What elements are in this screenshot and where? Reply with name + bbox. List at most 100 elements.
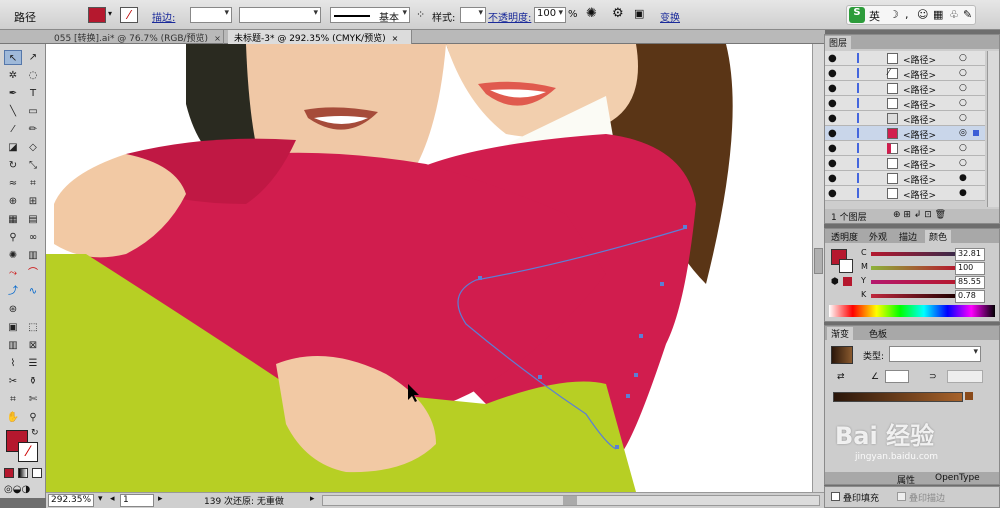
paintbrush-icon[interactable]: ⁄ xyxy=(4,122,22,137)
brush-icon[interactable]: ⁘ xyxy=(416,8,425,21)
graphic-style-select[interactable] xyxy=(460,7,486,23)
opacity-link[interactable]: 不透明度: xyxy=(488,9,531,24)
chevron-down-icon[interactable]: ▾ xyxy=(98,494,103,507)
pencil-icon[interactable]: ✏ xyxy=(24,122,42,137)
eye-icon[interactable]: ● xyxy=(828,128,837,139)
gradient-mode-icon[interactable] xyxy=(18,468,28,478)
target-circle-icon[interactable]: ○ xyxy=(959,143,967,153)
eye-icon[interactable]: ● xyxy=(828,173,837,184)
type-tool-icon[interactable]: T xyxy=(24,86,42,101)
none-mode-icon[interactable] xyxy=(32,468,42,478)
rotate-tool-icon[interactable]: ↻ xyxy=(4,158,22,173)
target-circle-icon[interactable]: ○ xyxy=(959,83,967,93)
free-transform-icon[interactable]: ⌗ xyxy=(24,176,42,191)
mesh-alt-icon[interactable]: ⊠ xyxy=(24,338,42,353)
layer-row-selected[interactable]: ● <路径> ◎ xyxy=(825,126,985,141)
swap-colors-icon[interactable]: ↻ xyxy=(31,428,39,438)
direct-selection-tool-icon[interactable]: ↗ xyxy=(24,50,42,65)
shirt-icon[interactable]: ♧ xyxy=(949,8,959,21)
close-icon[interactable]: × xyxy=(392,34,399,43)
eye-icon[interactable]: ● xyxy=(828,158,837,169)
target-circle-icon[interactable]: ○ xyxy=(959,53,967,63)
lasso-icon[interactable]: ◌ xyxy=(24,68,42,83)
dropper-alt-icon[interactable]: ⚱ xyxy=(24,374,42,389)
channel-m-value[interactable]: 100 xyxy=(955,262,985,275)
overprint-stroke-checkbox[interactable] xyxy=(897,492,906,501)
prev-artboard-icon[interactable]: ◂ xyxy=(110,494,115,507)
curvature-icon[interactable]: ⌒ xyxy=(24,266,42,281)
layers-tab[interactable]: 图层 xyxy=(825,36,852,49)
keyboard-icon[interactable]: ▦ xyxy=(933,8,943,21)
crop-icon[interactable]: ⌗ xyxy=(4,392,22,407)
magic-wand-icon[interactable]: ✲ xyxy=(4,68,22,83)
target-circle-icon[interactable]: ● xyxy=(959,173,967,183)
tab-transparency[interactable]: 透明度 xyxy=(827,230,862,243)
stroke-link[interactable]: 描边: xyxy=(152,9,175,24)
layer-actions-icon[interactable]: ⊕ ⊞ ↲ ⊡ 🗑 xyxy=(893,210,946,220)
target-circle-icon[interactable]: ○ xyxy=(959,113,967,123)
reverse-gradient-icon[interactable]: ⇄ xyxy=(837,372,845,382)
stroke-color-swatch[interactable]: ⁄ xyxy=(18,442,38,462)
mesh-tool-icon[interactable]: ▦ xyxy=(4,212,22,227)
draw-mode-icon[interactable]: ◎◒◑ xyxy=(4,484,30,495)
pen-tool-icon[interactable]: ✒ xyxy=(4,86,22,101)
blend-tool-icon[interactable]: ∞ xyxy=(24,230,42,245)
color-stroke-preview[interactable] xyxy=(839,259,853,273)
eyedropper-icon[interactable]: ⚲ xyxy=(4,230,22,245)
fill-swatch[interactable] xyxy=(88,7,106,23)
eye-icon[interactable]: ● xyxy=(828,113,837,124)
channel-y-value[interactable]: 85.55 xyxy=(955,276,985,289)
gradient-tool-icon[interactable]: ▤ xyxy=(24,212,42,227)
tab-swatches[interactable]: 色板 xyxy=(865,327,891,340)
target-circle-icon[interactable]: ○ xyxy=(959,158,967,168)
graph-tool-icon[interactable]: ▥ xyxy=(24,248,42,263)
artboard-icon[interactable]: ▣ xyxy=(4,320,22,335)
artboard-number[interactable]: 1 xyxy=(120,494,154,507)
opacity-input[interactable]: 100 xyxy=(534,7,566,23)
variable-width-select[interactable] xyxy=(239,7,321,23)
ime-logo-icon[interactable]: S xyxy=(849,7,865,23)
stroke-weight-select[interactable] xyxy=(190,7,232,23)
eye-icon[interactable]: ● xyxy=(828,68,837,79)
next-artboard-icon[interactable]: ▸ xyxy=(158,494,163,507)
slice-icon[interactable]: ⬚ xyxy=(24,320,42,335)
slider-c[interactable] xyxy=(871,252,956,256)
vertical-scrollbar[interactable] xyxy=(812,44,824,492)
layer-row[interactable]: ● <路径> ○ xyxy=(825,51,985,66)
eye-icon[interactable]: ● xyxy=(828,83,837,94)
target-circle-icon[interactable]: ● xyxy=(959,188,967,198)
scissors-icon[interactable]: ✄ xyxy=(24,392,42,407)
line-tool-icon[interactable]: ╲ xyxy=(4,104,22,119)
gradient-slider[interactable] xyxy=(833,392,963,402)
layer-row[interactable]: ● <路径> ○ xyxy=(825,96,985,111)
layer-row[interactable]: ● <路径> ● xyxy=(825,186,985,201)
warp-tool-icon[interactable]: ≈ xyxy=(4,176,22,191)
eye-icon[interactable]: ● xyxy=(828,53,837,64)
perspective-grid-icon[interactable]: ⊞ xyxy=(24,194,42,209)
target-circle-icon[interactable]: ○ xyxy=(959,98,967,108)
zoom-field[interactable]: 292.35% xyxy=(48,494,94,507)
scroll-thumb[interactable] xyxy=(563,496,577,505)
small-fill-swatch[interactable] xyxy=(843,277,852,286)
gear-icon[interactable]: ⚙ xyxy=(612,6,624,21)
tab-gradient[interactable]: 渐变 xyxy=(827,327,854,340)
eraser-icon[interactable]: ◇ xyxy=(24,140,42,155)
eye-icon[interactable]: ● xyxy=(828,188,837,199)
chevron-down-icon[interactable]: ▾ xyxy=(108,9,112,18)
layer-row[interactable]: ● ⁄ <路径> ○ xyxy=(825,66,985,81)
rectangle-tool-icon[interactable]: ▭ xyxy=(24,104,42,119)
tab-stroke[interactable]: 描边 xyxy=(895,230,921,243)
align-icon[interactable]: ▣ xyxy=(634,7,644,20)
layer-row[interactable]: ● <路径> ○ xyxy=(825,81,985,96)
target-icon[interactable]: ⊛ xyxy=(4,302,22,317)
overprint-fill-checkbox[interactable] xyxy=(831,492,840,501)
layer-row[interactable]: ● <路径> ○ xyxy=(825,156,985,171)
stroke-swatch[interactable]: ⁄ xyxy=(120,7,138,23)
slider-y[interactable] xyxy=(871,280,956,284)
blob-brush-icon[interactable]: ◪ xyxy=(4,140,22,155)
layer-row[interactable]: ● <路径> ○ xyxy=(825,111,985,126)
chart-icon[interactable]: ⌇ xyxy=(4,356,22,371)
layers-scrollbar[interactable] xyxy=(987,51,999,207)
graph-column-icon[interactable]: ▥ xyxy=(4,338,22,353)
tab-doc-2[interactable]: 未标题-3* @ 292.35% (CMYK/预览) × xyxy=(228,30,412,44)
